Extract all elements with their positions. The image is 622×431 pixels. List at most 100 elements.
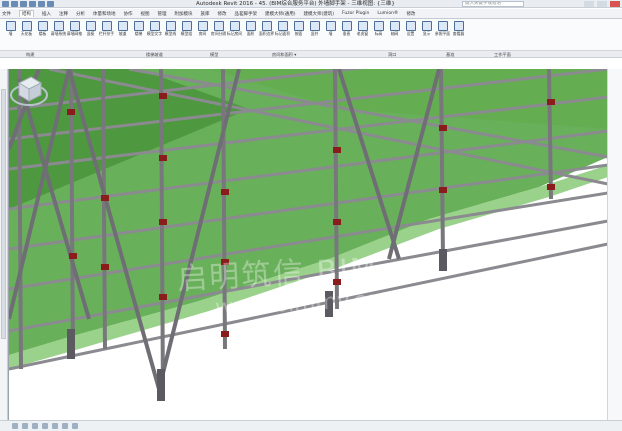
tag-room-icon [229,21,240,31]
floor-button[interactable]: 楼板 [36,21,49,47]
sun-path-icon[interactable] [42,423,48,429]
redo-icon[interactable] [38,1,45,7]
room-button[interactable]: 房间 [196,21,209,47]
show-workplane-button[interactable]: 显示 [420,21,433,47]
tab-addins[interactable]: 附加模块 [175,11,193,17]
ribbon-panel: 墙 天花板 楼板 幕墙系统 幕墙网格 竖梃 栏杆扶手 坡道 楼梯 模型文字 模型… [0,19,622,58]
tab-scaffold[interactable]: 品茗脚手架 [235,11,258,17]
mullion-button[interactable]: 竖梃 [84,21,97,47]
set-workplane-icon [405,21,416,31]
stair-button[interactable]: 楼梯 [132,21,145,47]
shaft-button[interactable]: 竖井 [308,21,321,47]
model-group-button[interactable]: 模型组 [180,21,193,47]
panel-label-room-area[interactable]: 房间和面积 ▾ [272,51,296,58]
undo-icon[interactable] [29,1,36,7]
tab-family-library[interactable]: 族库 [201,11,210,17]
floor-icon [37,21,48,31]
search-input[interactable]: 键入关键字或短语 [462,1,524,7]
shaft-icon [309,21,320,31]
panel-label-model: 模型 [210,52,219,57]
show-workplane-icon [421,21,432,31]
ramp-button[interactable]: 坡道 [116,21,129,47]
grid-icon [389,21,400,31]
maximize-button[interactable] [597,1,607,7]
panel-label-circulation: 楼梯坡道 [146,52,163,57]
grid-button[interactable]: 轴网 [388,21,401,47]
minimize-button[interactable] [584,1,594,7]
dormer-icon [357,21,368,31]
left-scrollbar-thumb[interactable] [1,89,6,339]
dormer-button[interactable]: 老虎窗 [356,21,369,47]
level-icon [373,21,384,31]
wall-opening-button[interactable]: 墙 [324,21,337,47]
wall-button[interactable]: 墙 [4,21,17,47]
tab-analyze[interactable]: 分析 [76,11,85,17]
viewer-button[interactable]: 查看器 [452,21,465,47]
vertical-opening-button[interactable]: 垂直 [340,21,353,47]
model-text-icon [149,21,160,31]
panel-label-datum: 基准 [446,52,455,57]
3d-viewport[interactable]: 启明筑信 BIM www.bimmy.com [8,69,607,420]
tag-area-button[interactable]: 标记面积 [275,21,290,47]
by-face-button[interactable]: 按面 [292,21,305,47]
ramp-icon [117,21,128,31]
scaffold-model [9,69,607,401]
ceiling-icon [21,21,32,31]
nav-cube-icon[interactable] [9,69,49,109]
tab-insert[interactable]: 插入 [42,11,51,17]
tab-collaborate[interactable]: 协作 [124,11,133,17]
print-icon[interactable] [47,1,54,7]
save-icon[interactable] [20,1,27,7]
level-button[interactable]: 标高 [372,21,385,47]
tab-modify[interactable]: 修改 [218,11,227,17]
model-text-button[interactable]: 模型文字 [147,21,162,47]
model-line-button[interactable]: 模型线 [164,21,177,47]
set-workplane-button[interactable]: 设置 [404,21,417,47]
left-scrollbar[interactable] [0,69,8,420]
panel-label-workplane: 工作平面 [494,52,511,57]
crop-view-icon[interactable] [62,423,68,429]
ribbon-panel-labels: 构建 楼梯坡道 模型 房间和面积 ▾ 洞口 基准 工作平面 [0,50,622,57]
close-button[interactable] [610,1,620,7]
model-group-icon [181,21,192,31]
tab-manage[interactable]: 管理 [158,11,167,17]
curtain-system-icon [53,21,64,31]
tab-structure[interactable]: 结构 [19,10,34,17]
tag-area-icon [277,21,288,31]
room-separator-icon [213,21,224,31]
model-line-icon [165,21,176,31]
ref-plane-button[interactable]: 参照平面 [435,21,450,47]
panel-label-opening: 洞口 [388,52,397,57]
room-icon [197,21,208,31]
tab-fuzor[interactable]: Fuzor Plugin [342,11,369,16]
tab-massing[interactable]: 体量和场地 [93,11,116,17]
tab-lumion[interactable]: Lumion® [377,11,398,16]
tab-annotate[interactable]: 注释 [59,11,68,17]
curtain-grid-button[interactable]: 幕墙网格 [67,21,82,47]
area-boundary-button[interactable]: 面积边界 [259,21,274,47]
ceiling-button[interactable]: 天花板 [20,21,33,47]
railing-icon [101,21,112,31]
room-separator-button[interactable]: 房间分隔 [211,21,226,47]
detail-level-icon[interactable] [22,423,28,429]
tag-room-button[interactable]: 标记房间 [227,21,242,47]
curtain-system-button[interactable]: 幕墙系统 [51,21,66,47]
vertical-opening-icon [341,21,352,31]
title-bar: Autodesk Revit 2016 - 45. (BIM综合服务平台) 外墙… [0,0,622,8]
tab-file[interactable]: 文件 [2,11,11,17]
revit-logo-icon[interactable] [2,1,9,7]
tab-modeling-architecture[interactable]: 建模大师(建筑) [304,11,335,17]
tab-modeling-general[interactable]: 建模大师(通用) [265,11,296,17]
right-scrollbar[interactable] [607,69,622,420]
visual-style-icon[interactable] [32,423,38,429]
ref-plane-icon [437,21,448,31]
tab-view[interactable]: 视图 [141,11,150,17]
railing-button[interactable]: 栏杆扶手 [99,21,114,47]
window-title: Autodesk Revit 2016 - 45. (BIM综合服务平台) 外墙… [196,1,395,7]
area-button[interactable]: 面积 [244,21,257,47]
shadows-icon[interactable] [52,423,58,429]
open-icon[interactable] [11,1,18,7]
temporary-hide-icon[interactable] [72,423,78,429]
scale-icon[interactable] [12,423,18,429]
tab-modify-2[interactable]: 修改 [406,11,415,17]
